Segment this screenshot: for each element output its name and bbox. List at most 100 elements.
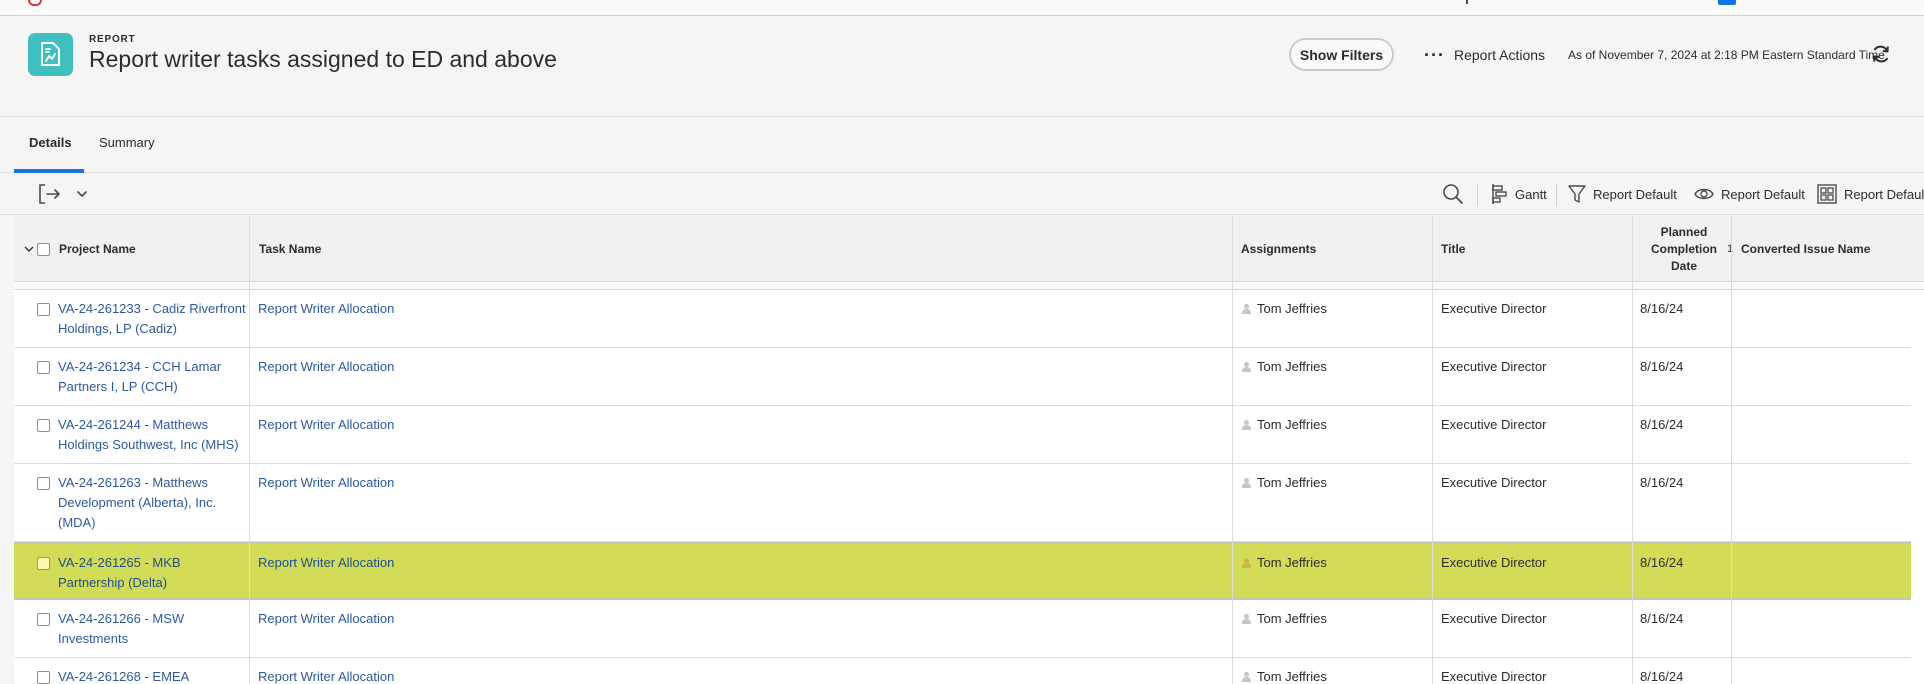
assignee-name: Tom Jeffries — [1257, 555, 1327, 570]
view-report-default-button[interactable]: Report Default — [1693, 182, 1805, 206]
export-button[interactable] — [38, 182, 68, 206]
column-divider — [1632, 216, 1633, 684]
user-icon — [1242, 614, 1251, 624]
page-title: Report writer tasks assigned to ED and a… — [89, 46, 557, 72]
column-header-assignments[interactable]: Assignments — [1241, 216, 1391, 282]
filter-label: Report Default — [1593, 186, 1677, 202]
gantt-icon — [1492, 184, 1507, 204]
sort-order-indicator: 1 — [1727, 216, 1737, 282]
report-grid: Project Name Task Name Assignments Title… — [14, 216, 1924, 684]
project-name-line: VA-24-261266 - MSW — [58, 611, 185, 626]
assignment-cell[interactable]: Tom Jeffries — [1242, 299, 1327, 319]
project-name-line: VA-24-261234 - CCH Lamar — [58, 359, 222, 374]
assignee-name: Tom Jeffries — [1257, 475, 1327, 490]
project-name-line: (MDA) — [58, 515, 96, 530]
task-name-link[interactable]: Report Writer Allocation — [258, 553, 394, 573]
user-icon — [1242, 304, 1251, 314]
task-name-link[interactable]: Report Writer Allocation — [258, 357, 394, 377]
app-logo-fragment — [28, 0, 42, 6]
search-button[interactable] — [1441, 182, 1471, 206]
title-cell: Executive Director — [1441, 669, 1547, 684]
report-eyebrow: REPORT — [89, 34, 136, 45]
project-name-link[interactable]: VA-24-261263 - Matthews Development (Albe… — [58, 473, 246, 533]
table-row[interactable]: VA-24-261266 - MSW Investments Report Writ… — [14, 600, 1911, 658]
column-header-task-name[interactable]: Task Name — [259, 216, 459, 282]
show-filters-button[interactable]: Show Filters — [1289, 38, 1394, 71]
table-row[interactable]: VA-24-261265 - MKB Partnership (Delta) Rep… — [14, 542, 1911, 600]
assignment-cell[interactable]: Tom Jeffries — [1242, 357, 1327, 377]
title-cell: Executive Director — [1441, 417, 1547, 432]
project-name-link[interactable]: VA-24-261265 - MKB Partnership (Delta) — [58, 553, 246, 593]
select-all-checkbox[interactable] — [37, 216, 51, 282]
grid-header-spacer — [14, 282, 1924, 290]
toolbar-divider — [1556, 184, 1557, 206]
project-name-link[interactable]: VA-24-261266 - MSW Investments — [58, 609, 246, 649]
user-icon — [1242, 478, 1251, 488]
column-header-project-name[interactable]: Project Name — [59, 216, 199, 282]
column-divider — [1731, 216, 1732, 684]
filter-report-default-button[interactable]: Report Default — [1567, 182, 1677, 206]
project-name-link[interactable]: VA-24-261244 - Matthews Holdings Southwes… — [58, 415, 246, 455]
task-name-link[interactable]: Report Writer Allocation — [258, 299, 394, 319]
task-name-link[interactable]: Report Writer Allocation — [258, 667, 394, 684]
title-cell: Executive Director — [1441, 611, 1547, 626]
assignment-cell[interactable]: Tom Jeffries — [1242, 609, 1327, 629]
task-name-link[interactable]: Report Writer Allocation — [258, 415, 394, 435]
column-header-title[interactable]: Title — [1441, 216, 1591, 282]
report-actions-label: Report Actions — [1453, 47, 1546, 63]
gantt-label: Gantt — [1515, 186, 1547, 202]
project-name-line: Holdings Southwest, Inc (MHS) — [58, 437, 239, 452]
project-name-link[interactable]: VA-24-261268 - EMEA — [58, 667, 246, 684]
user-icon — [1242, 362, 1251, 372]
tab-summary[interactable]: Summary — [99, 135, 155, 150]
task-name-link[interactable]: Report Writer Allocation — [258, 473, 394, 493]
grouping-report-default-button[interactable]: Report Default — [1816, 182, 1924, 206]
table-row[interactable]: VA-24-261244 - Matthews Holdings Southwes… — [14, 406, 1911, 464]
refresh-icon[interactable] — [1870, 43, 1892, 65]
user-icon — [1242, 672, 1251, 682]
column-divider — [1432, 216, 1433, 684]
assignment-cell[interactable]: Tom Jeffries — [1242, 667, 1327, 684]
assignment-cell[interactable]: Tom Jeffries — [1242, 415, 1327, 435]
active-tab-indicator — [14, 169, 84, 173]
project-name-line: VA-24-261265 - MKB — [58, 555, 181, 570]
assignment-cell[interactable]: Tom Jeffries — [1242, 473, 1327, 493]
table-row[interactable]: VA-24-261263 - Matthews Development (Albe… — [14, 464, 1911, 542]
export-options-dropdown[interactable] — [76, 182, 94, 206]
planned-completion-date-cell: 8/16/24 — [1640, 359, 1684, 374]
row-checkbox[interactable] — [37, 303, 50, 316]
more-dots-icon: ··· — [1424, 45, 1445, 65]
report-chart-icon — [28, 33, 73, 76]
project-name-link[interactable]: VA-24-261233 - Cadiz Riverfront Holdings,… — [58, 299, 246, 339]
assignment-cell[interactable]: Tom Jeffries — [1242, 553, 1327, 573]
column-divider — [249, 216, 250, 684]
export-icon — [39, 184, 60, 204]
row-checkbox[interactable] — [37, 477, 50, 490]
row-checkbox[interactable] — [37, 361, 50, 374]
column-header-converted-issue-name[interactable]: Converted Issue Name — [1741, 216, 1911, 282]
project-name-line: Partnership (Delta) — [58, 575, 168, 590]
column-divider — [1232, 216, 1233, 684]
row-checkbox[interactable] — [37, 613, 50, 626]
planned-completion-date-cell: 8/16/24 — [1640, 611, 1684, 626]
assignee-name: Tom Jeffries — [1257, 301, 1327, 316]
row-checkbox[interactable] — [37, 671, 50, 684]
project-name-line: VA-24-261263 - Matthews — [58, 475, 209, 490]
project-name-line: Investments — [58, 631, 129, 646]
table-row[interactable]: VA-24-261268 - EMEA Report Writer Allocat… — [14, 658, 1911, 684]
gantt-button[interactable]: Gantt — [1489, 182, 1547, 206]
collapse-all-chevron-icon[interactable] — [23, 216, 37, 282]
planned-completion-date-cell: 8/16/24 — [1640, 555, 1684, 570]
column-header-planned-completion-date[interactable]: Planned Completion Date — [1644, 216, 1724, 282]
task-name-link[interactable]: Report Writer Allocation — [258, 609, 394, 629]
table-row[interactable]: VA-24-261234 - CCH Lamar Partners I, LP (… — [14, 348, 1911, 406]
table-row[interactable]: VA-24-261233 - Cadiz Riverfront Holdings,… — [14, 290, 1911, 348]
project-name-line: Development (Alberta), Inc. — [58, 495, 217, 510]
user-icon — [1242, 558, 1251, 568]
project-name-link[interactable]: VA-24-261234 - CCH Lamar Partners I, LP (… — [58, 357, 246, 397]
project-name-line: VA-24-261244 - Matthews — [58, 417, 209, 432]
row-checkbox[interactable] — [37, 419, 50, 432]
tab-details[interactable]: Details — [29, 135, 72, 150]
row-checkbox[interactable] — [37, 557, 50, 570]
report-actions-button[interactable]: ··· Report Actions — [1424, 44, 1545, 66]
